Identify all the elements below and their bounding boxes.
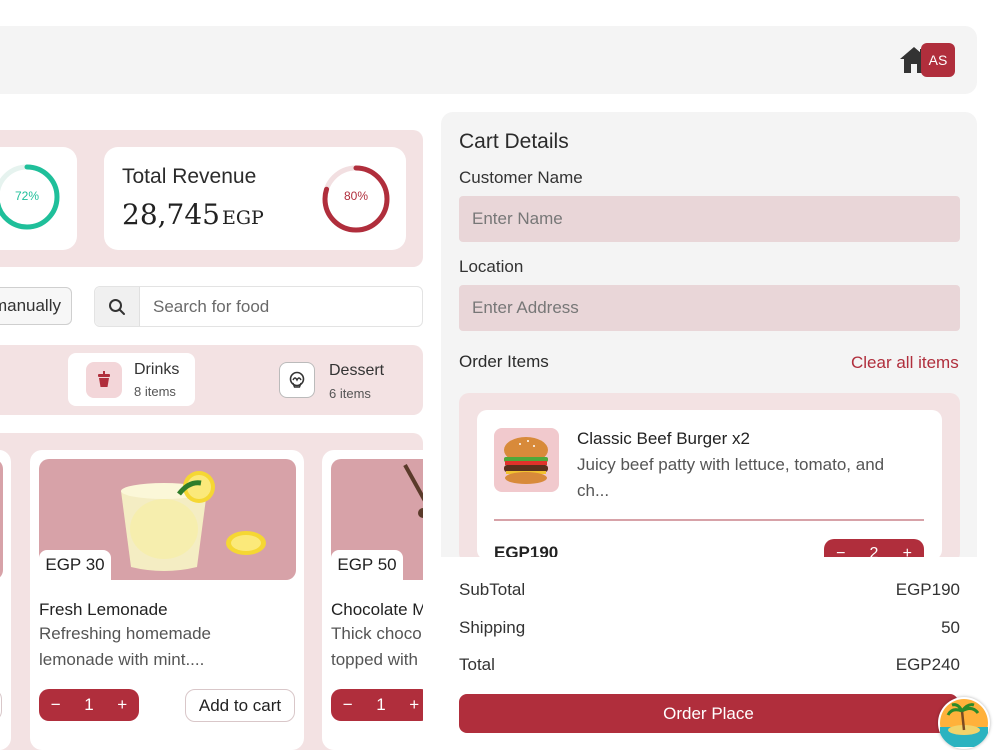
category-count: 6 items — [329, 386, 371, 401]
revenue-unit: EGP — [222, 207, 264, 229]
add-manually-button[interactable]: manually — [0, 287, 72, 325]
product-image-partial — [0, 459, 3, 580]
revenue-title: Total Revenue — [122, 165, 257, 188]
product-name: Chocolate M — [331, 600, 423, 619]
plus-button[interactable]: + — [117, 695, 127, 715]
burger-image — [494, 428, 559, 492]
subtotal-value: EGP190 — [895, 580, 960, 599]
subtotal-label: SubTotal — [459, 580, 526, 599]
quantity-stepper[interactable]: − 1 + — [39, 689, 139, 721]
customer-name-label: Customer Name — [459, 168, 583, 187]
product-description-line1: Thick choco — [331, 624, 422, 643]
order-place-button[interactable]: Order Place — [459, 694, 958, 733]
divider — [494, 519, 924, 521]
category-name: Dessert — [329, 362, 385, 379]
revenue-value: 28,745 — [122, 198, 220, 231]
minus-button[interactable]: − — [51, 695, 61, 715]
shipping-label: Shipping — [459, 618, 526, 637]
price-tag: EGP 30 — [39, 550, 111, 580]
top-header — [0, 26, 977, 94]
price-tag: EGP 50 — [331, 550, 403, 580]
left-ring-label: 72% — [14, 189, 40, 203]
cart-title: Cart Details — [459, 130, 569, 153]
location-input[interactable] — [459, 285, 960, 331]
cup-icon — [86, 362, 122, 398]
customer-name-input[interactable] — [459, 196, 960, 242]
island-badge-icon[interactable] — [938, 697, 990, 749]
search-input[interactable] — [141, 287, 421, 326]
cupcake-icon[interactable] — [279, 362, 315, 398]
category-name: Drinks — [134, 361, 180, 378]
cart-item-description: Juicy beef patty with lettuce, tomato, a… — [577, 455, 885, 500]
revenue-ring-label: 80% — [343, 189, 369, 203]
quantity-value: 1 — [84, 695, 94, 714]
product-description-line2: lemonade with mint.... — [39, 650, 205, 669]
quantity-stepper[interactable]: − 1 + — [331, 689, 423, 721]
user-avatar[interactable]: AS — [921, 43, 955, 77]
total-label: Total — [459, 655, 495, 674]
category-count: 8 items — [134, 384, 176, 399]
location-label: Location — [459, 257, 524, 276]
search-icon[interactable] — [95, 287, 140, 326]
quantity-value: 1 — [376, 695, 386, 714]
cart-item-name: Classic Beef Burger x2 — [577, 429, 750, 448]
product-description-line2: topped with — [331, 650, 418, 669]
plus-button[interactable]: + — [409, 695, 419, 715]
total-value: EGP240 — [895, 655, 960, 674]
category-panel — [0, 345, 423, 415]
order-items-label: Order Items — [459, 352, 549, 371]
shipping-value: 50 — [941, 618, 960, 637]
product-name: Fresh Lemonade — [39, 600, 168, 619]
add-to-cart-button[interactable]: Add to cart — [185, 689, 295, 722]
product-description-line1: Refreshing homemade — [39, 624, 211, 643]
minus-button[interactable]: − — [343, 695, 353, 715]
clear-all-items-link[interactable]: Clear all items — [851, 353, 959, 373]
